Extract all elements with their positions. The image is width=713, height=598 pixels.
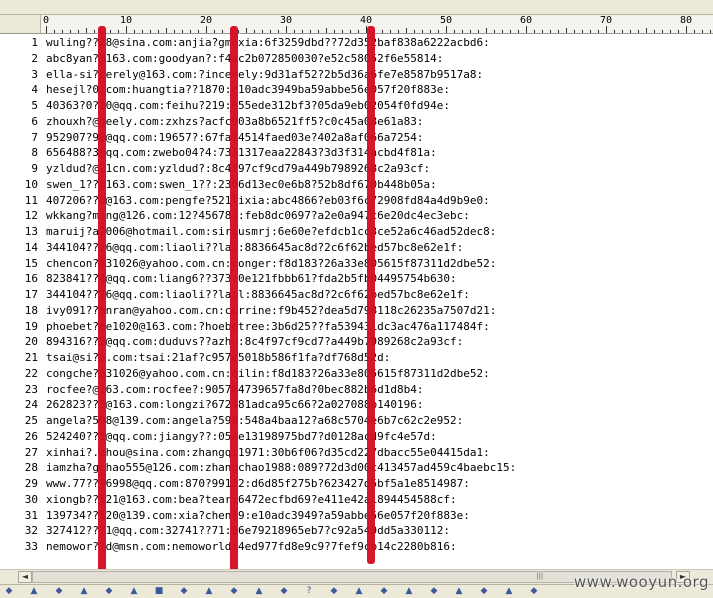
ruler-label: 80 <box>680 15 693 26</box>
scroll-grip-icon: ||| <box>536 572 544 580</box>
line-text[interactable]: hesejl?0.com:huangtia??1870:e10adc3949ba… <box>46 83 450 97</box>
toolbar-button-icon[interactable]: ◆ <box>329 587 339 596</box>
toolbar-button-icon[interactable]: ◆ <box>4 587 14 596</box>
toolbar-button-icon[interactable]: ▲ <box>254 587 264 596</box>
toolbar-button-icon[interactable]: ▲ <box>129 587 139 596</box>
ruler-label: 30 <box>280 15 293 26</box>
line-number: 15 <box>24 256 38 270</box>
ruler-label: 50 <box>440 15 453 26</box>
redaction-bar-2 <box>230 26 238 574</box>
line-number: 29 <box>24 477 38 490</box>
line-number: 1 <box>31 36 38 49</box>
ruler-label: 40 <box>360 15 373 26</box>
line-number: 2 <box>31 51 38 65</box>
line-number: 21 <box>24 351 38 364</box>
toolbar-button-icon[interactable]: ◆ <box>179 587 189 596</box>
line-text[interactable]: congche?831026@yahoo.com.cn:qilin:f8d183… <box>46 367 490 381</box>
line-text[interactable]: ivy091??anran@yahoo.com.cn:corrine:f9b45… <box>46 304 496 318</box>
line-text[interactable]: 344104??26@qq.com:liaoli??lai:8836645ac8… <box>46 241 463 255</box>
line-number: 33 <box>24 540 38 553</box>
line-number: 7 <box>31 130 38 144</box>
text-editor[interactable]: 1 wuling??28@sina.com:anjia?gmoxia:6f3259… <box>0 34 713 569</box>
ruler-label: 0 <box>43 15 50 26</box>
line-text[interactable]: xiongb??521@163.com:bea?tear:6472ecfbd69… <box>46 493 457 507</box>
watermark: www.wooyun.org <box>573 573 709 591</box>
ruler-label: 70 <box>600 15 613 26</box>
redaction-bar-3 <box>367 26 375 564</box>
line-number: 19 <box>24 319 38 333</box>
line-number: 32 <box>24 524 38 538</box>
toolbar-button-icon[interactable]: ◆ <box>229 587 239 596</box>
line-number: 12 <box>24 209 38 223</box>
line-text[interactable]: wkkang?ming@126.com:12?456781:feb8dc0697… <box>46 209 470 223</box>
line-number: 11 <box>24 193 38 207</box>
line-number: 31 <box>24 508 38 522</box>
line-number: 28 <box>24 461 38 475</box>
toolbar-strip <box>0 0 713 15</box>
line-text[interactable]: 344104??26@qq.com:liaoli??lail:8836645ac… <box>46 288 470 302</box>
line-number: 13 <box>24 225 38 238</box>
toolbar-button-icon[interactable]: ▲ <box>79 587 89 596</box>
line-text[interactable]: 327412??71@qq.com:32741??71:96e79218965e… <box>46 524 450 538</box>
ruler-label: 20 <box>200 15 213 26</box>
toolbar-button-icon[interactable]: ◆ <box>379 587 389 596</box>
line-number: 18 <box>24 303 38 317</box>
line-number: 10 <box>24 177 38 191</box>
line-text[interactable]: 823841??4@qq.com:liang6??373:0e121fbbb61… <box>46 272 457 286</box>
scroll-left-button[interactable]: ◄ <box>18 571 32 583</box>
line-number: 14 <box>24 240 38 254</box>
line-number: 30 <box>24 492 38 506</box>
line-text[interactable]: iamzha?gchao555@126.com:zhangchao1988:08… <box>46 461 516 475</box>
line-number: 24 <box>24 398 38 412</box>
toolbar-button-icon[interactable]: ◆ <box>54 587 64 596</box>
line-text[interactable]: phoebet?ee1020@163.com:?hoebetree:3b6d25… <box>46 320 490 334</box>
line-text[interactable]: angela?598@139.com:angela?598:548a4baa12… <box>46 414 463 428</box>
line-text[interactable]: 139734??520@139.com:xia?chen19:e10adc394… <box>46 509 470 523</box>
line-number: 9 <box>31 162 38 175</box>
line-number: 27 <box>24 445 38 459</box>
line-text[interactable]: ella-si?cerely@163.com:?incerely:9d31af5… <box>46 68 483 82</box>
toolbar-button-icon[interactable]: ◆ <box>529 587 539 596</box>
toolbar-button-icon[interactable]: ■ <box>154 587 164 596</box>
column-ruler: 0 10 20 30 40 50 60 70 80 <box>0 15 713 34</box>
line-text[interactable]: maruij?a2006@hotmail.com:siriusmrj:6e60e… <box>46 225 496 239</box>
toolbar-button-icon[interactable]: ◆ <box>479 587 489 596</box>
line-number: 25 <box>24 414 38 427</box>
line-number: 8 <box>31 146 38 160</box>
line-number: 16 <box>24 272 38 286</box>
line-text[interactable]: www.77??96998@qq.com:870?99122:d6d85f275… <box>46 477 470 491</box>
toolbar-button-icon[interactable]: ? <box>304 587 314 596</box>
line-number: 4 <box>31 83 38 97</box>
line-number: 23 <box>24 382 38 396</box>
line-number: 22 <box>24 366 38 380</box>
toolbar-button-icon[interactable]: ◆ <box>279 587 289 596</box>
line-number: 26 <box>24 429 38 443</box>
line-number: 20 <box>24 335 38 349</box>
toolbar-button-icon[interactable]: ▲ <box>354 587 364 596</box>
ruler-label: 10 <box>120 15 133 26</box>
ruler-label: 60 <box>520 15 533 26</box>
line-number: 5 <box>31 99 38 112</box>
redaction-bar-1 <box>98 26 106 574</box>
toolbar-button-icon[interactable]: ▲ <box>204 587 214 596</box>
toolbar-button-icon[interactable]: ▲ <box>504 587 514 596</box>
toolbar-button-icon[interactable]: ▲ <box>404 587 414 596</box>
line-number: 6 <box>31 114 38 128</box>
line-text[interactable]: chencon?831026@yahoo.com.cn:conger:f8d18… <box>46 257 496 271</box>
line-text[interactable]: xinhai?.zhou@sina.com:zhangqi1971:30b6f0… <box>46 446 490 460</box>
line-text[interactable]: wuling??28@sina.com:anjia?gmoxia:6f3259d… <box>46 36 490 50</box>
line-number: 3 <box>31 67 38 81</box>
toolbar-button-icon[interactable]: ◆ <box>104 587 114 596</box>
line-text[interactable]: 40363?0?10@qq.com:feihu?219:055ede312bf3… <box>46 99 450 113</box>
line-number: 17 <box>24 288 38 301</box>
toolbar-button-icon[interactable]: ▲ <box>29 587 39 596</box>
line-text[interactable]: 407206??0@163.com:pengfe?521lixia:abc486… <box>46 194 490 208</box>
toolbar-button-icon[interactable]: ◆ <box>429 587 439 596</box>
line-text[interactable]: 894316??2@qq.com:duduvs??azhu:8c4f97cf9c… <box>46 335 463 349</box>
line-text[interactable]: nemowor??d@msn.com:nemoworld:4ed977fd8e9… <box>46 540 457 554</box>
toolbar-button-icon[interactable]: ▲ <box>454 587 464 596</box>
